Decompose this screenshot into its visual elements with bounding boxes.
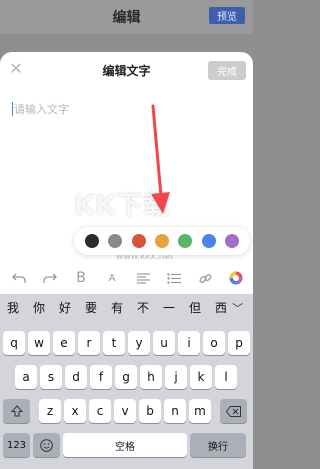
candidate-word[interactable]: 西 [208,299,234,316]
candidate-bar: 我你好要有不一但西 [0,294,253,321]
color-palette [74,227,250,255]
backspace-icon [226,405,241,417]
key-s[interactable]: s [40,365,62,389]
color-swatch[interactable] [225,234,240,248]
key-c[interactable]: c [89,399,111,423]
font-size-icon[interactable]: A [103,269,121,287]
candidate-word[interactable]: 你 [26,299,52,316]
emoji-icon [40,438,53,452]
candidate-word[interactable]: 要 [78,299,104,316]
candidate-word[interactable]: 有 [104,299,130,316]
preview-button[interactable]: 预览 [209,7,245,24]
chevron-down-icon[interactable]: ﹀ [232,300,243,316]
color-swatch[interactable] [84,234,99,248]
numbers-key[interactable]: 123 [3,433,30,457]
key-v[interactable]: v [114,399,136,423]
shift-key[interactable] [3,399,30,423]
candidate-word[interactable]: 一 [156,299,182,316]
candidate-word[interactable]: 我 [0,299,26,316]
key-y[interactable]: y [128,331,150,355]
key-j[interactable]: j [165,365,187,389]
undo-icon[interactable] [10,269,28,287]
key-d[interactable]: d [65,365,87,389]
list-icon[interactable] [165,269,183,287]
key-row-2: asdfghjkl [0,365,253,389]
key-f[interactable]: f [90,365,112,389]
key-r[interactable]: r [78,331,100,355]
key-b[interactable]: b [139,399,161,423]
key-k[interactable]: k [190,365,212,389]
candidate-word[interactable]: 好 [52,299,78,316]
key-z[interactable]: z [39,399,61,423]
format-toolbar: B A [0,266,253,290]
key-h[interactable]: h [140,365,162,389]
emoji-key[interactable] [33,433,60,457]
key-p[interactable]: p [228,331,250,355]
color-swatch[interactable] [201,234,216,248]
space-key[interactable]: 空格 [63,433,187,457]
enter-key[interactable]: 换行 [190,433,246,457]
key-x[interactable]: x [64,399,86,423]
candidate-word[interactable]: 但 [182,299,208,316]
key-n[interactable]: n [164,399,186,423]
candidate-word[interactable]: 不 [130,299,156,316]
shift-icon [10,405,23,417]
key-m[interactable]: m [189,399,211,423]
key-g[interactable]: g [115,365,137,389]
sheet-header: ✕ 编辑文字 完成 [0,52,253,88]
link-icon[interactable] [196,269,214,287]
delete-key[interactable] [220,399,247,423]
key-o[interactable]: o [203,331,225,355]
key-e[interactable]: e [53,331,75,355]
key-u[interactable]: u [153,331,175,355]
key-row-1: qwertyuiop [0,331,253,355]
key-a[interactable]: a [15,365,37,389]
key-t[interactable]: t [103,331,125,355]
page-header: 编辑 预览 [0,0,253,34]
done-button[interactable]: 完成 [208,61,246,80]
align-icon[interactable] [134,269,152,287]
ios-keyboard: 我你好要有不一但西 ﹀ qwertyuiop asdfghjkl zxcvbnm… [0,294,253,469]
key-q[interactable]: q [3,331,25,355]
text-placeholder: 请输入文字 [14,103,69,116]
bold-icon[interactable]: B [72,269,90,287]
color-wheel-icon[interactable] [227,269,245,287]
text-caret [12,102,13,116]
key-row-4: 123 空格 换行 [0,433,253,457]
color-swatch[interactable] [108,234,123,248]
color-swatch[interactable] [178,234,193,248]
key-row-3: zxcvbnm [0,399,253,423]
watermark-logo: KK下载 [74,191,171,221]
key-l[interactable]: l [215,365,237,389]
key-w[interactable]: w [28,331,50,355]
color-swatch[interactable] [131,234,146,248]
redo-icon[interactable] [41,269,59,287]
color-swatch[interactable] [154,234,169,248]
key-i[interactable]: i [178,331,200,355]
